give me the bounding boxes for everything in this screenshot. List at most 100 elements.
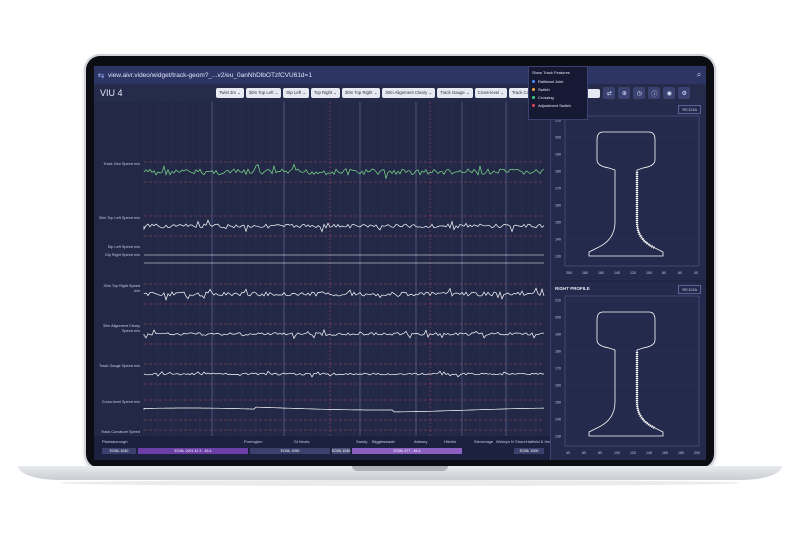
laptop-notch	[352, 466, 448, 471]
track-segment[interactable]: ECML 1040	[102, 448, 136, 454]
y-tick: 210	[555, 299, 561, 303]
y-tick: 200	[555, 316, 561, 320]
channel-chip[interactable]: Track Gauge ⌄	[437, 88, 473, 98]
x-tick: 160	[598, 271, 604, 275]
station-label[interactable]: Arlesey	[414, 439, 427, 444]
channel-trace	[143, 328, 545, 340]
channel-trace	[143, 219, 545, 233]
x-tick: 200	[694, 451, 700, 455]
profile-panel: LEFT PROFILE RE113A 21020019018017016015…	[550, 102, 706, 460]
rail-outline	[588, 131, 664, 257]
feature-color-dot	[532, 79, 535, 83]
channel-chip[interactable]: Twist 3m ⌄	[216, 88, 244, 98]
track-segment[interactable]: ECML 1090	[250, 448, 330, 454]
feature-color-dot	[532, 103, 535, 107]
y-tick: 170	[555, 187, 561, 191]
channel-trace	[143, 287, 545, 302]
channel-label: Track Gauge Speed m/s	[98, 364, 140, 368]
track-segment[interactable]: ECML 1000	[514, 448, 544, 454]
zoom-icon[interactable]: ⊕	[618, 87, 631, 99]
y-tick: 180	[555, 170, 561, 174]
station-label[interactable]: Stevenage	[474, 439, 493, 444]
url-text[interactable]: view.aivr.video/widget/track-geom?_...v2…	[108, 72, 692, 79]
track-segment[interactable]: ECML 1001 42.3 - 46.4	[138, 448, 248, 454]
right-profile-tag[interactable]: RE113A	[678, 285, 701, 294]
station-label[interactable]: Sandy	[356, 439, 367, 444]
x-tick: 60	[678, 271, 682, 275]
channel-label: Track Geo Speed m/s	[103, 162, 140, 166]
x-tick: 140	[614, 271, 620, 275]
channel-trace	[143, 370, 544, 378]
y-tick: 190	[555, 153, 561, 157]
feature-item[interactable]: Switch	[529, 85, 587, 93]
chart-canvas[interactable]	[94, 102, 550, 436]
feature-color-dot	[532, 95, 535, 99]
channel-chip[interactable]: 30m Alignment Cleary ⌄	[382, 88, 436, 98]
feature-label: Adjustment Switch	[538, 102, 571, 108]
channel-chip[interactable]: Dip Left ⌄	[283, 88, 309, 98]
channel-label: Dip Right Speed m/s	[105, 253, 140, 257]
left-profile-tag[interactable]: RE113A	[678, 105, 701, 114]
channel-trace	[143, 406, 544, 413]
channel-label: Dip Left Speed m/s	[107, 245, 140, 249]
feature-item[interactable]: Crossing	[529, 93, 587, 101]
x-tick: 100	[614, 451, 620, 455]
x-tick: 200	[566, 271, 572, 275]
channel-chip[interactable]: Top Right ⌄	[310, 88, 340, 98]
left-profile-panel: LEFT PROFILE RE113A 21020019018017016015…	[551, 102, 706, 280]
x-tick: 80	[598, 451, 602, 455]
screen: ⇆ view.aivr.video/widget/track-geom?_...…	[94, 66, 706, 460]
app-title: VIU 4	[100, 88, 123, 98]
left-rail-profile: 210200190180170160150140130200 180 160 140 1…	[555, 115, 700, 275]
station-label[interactable]: Hitchin	[444, 439, 456, 444]
feature-label: Crossing	[538, 94, 554, 100]
browser-url-bar[interactable]: ⇆ view.aivr.video/widget/track-geom?_...…	[94, 66, 706, 84]
info-icon[interactable]: ⓘ	[648, 87, 661, 99]
y-tick: 190	[555, 333, 561, 337]
track-segment[interactable]: ECML 1040	[332, 448, 350, 454]
station-label[interactable]: St Neots	[294, 439, 309, 444]
feature-item[interactable]: Railhead Joint	[529, 77, 587, 85]
rail-wear-highlight	[635, 352, 656, 430]
channel-chips: Twist 3m ⌄ 30m Top Left ⌄ Dip Left ⌄ Top Ri…	[216, 88, 551, 98]
y-tick: 170	[555, 367, 561, 371]
x-tick: 160	[662, 451, 668, 455]
station-label[interactable]: Welwyn N Shore	[496, 439, 526, 444]
right-profile-panel: RIGHT PROFILE RE113A 210 200 190 180 170 160 1…	[551, 282, 706, 460]
x-tick: 140	[646, 451, 652, 455]
x-tick: 80	[662, 271, 666, 275]
x-tick: 60	[582, 451, 586, 455]
channel-label: 30m Top Left Speed m/s	[98, 216, 140, 220]
x-tick: 120	[630, 451, 636, 455]
track-geometry-chart[interactable]: Track Geo Speed m/s 30m Top Left Speed m/…	[94, 102, 550, 460]
track-features-menu: Show Track Features Railhead Joint Switch…	[528, 66, 588, 120]
y-tick: 180	[555, 350, 561, 354]
feature-item[interactable]: Adjustment Switch	[529, 101, 587, 109]
y-tick: 140	[555, 418, 561, 422]
right-profile-title: RIGHT PROFILE	[555, 286, 590, 291]
channel-chip[interactable]: 30m Top Left ⌄	[245, 88, 282, 98]
track-segment[interactable]: ECML 477 - 46.4	[352, 448, 462, 454]
channel-chip[interactable]: 30m Top Right ⌄	[341, 88, 381, 98]
station-label[interactable]: Biggleswade	[372, 439, 395, 444]
menu-icon[interactable]: ⇆	[94, 71, 108, 80]
app-toolbar: VIU 4 Twist 3m ⌄ 30m Top Left ⌄ Dip Left ⌄…	[94, 84, 706, 103]
camera-icon[interactable]: ◉	[663, 87, 676, 99]
station-label[interactable]: Purrington	[244, 439, 262, 444]
right-rail-profile: 210 200 190 180 170 160 150 140 130 40 60 80 100 120 1…	[555, 295, 700, 455]
x-tick: 180	[582, 271, 588, 275]
x-tick: 100	[646, 271, 652, 275]
y-tick: 130	[555, 255, 561, 259]
station-label[interactable]: Plainsborough	[102, 439, 128, 444]
location-bar[interactable]: Plainsborough Purrington St Neots Sandy Bigg…	[94, 436, 558, 460]
settings-icon[interactable]: ⚙	[678, 87, 691, 99]
y-tick: 160	[555, 204, 561, 208]
channel-label: Cross-level Speed m/s	[101, 400, 140, 404]
history-icon[interactable]: ◷	[633, 87, 646, 99]
search-icon[interactable]: ⌕	[692, 70, 706, 80]
channel-chip[interactable]: Cross-level ⌄	[474, 88, 507, 98]
y-tick: 140	[555, 238, 561, 242]
swap-icon[interactable]: ⇄	[603, 87, 616, 99]
y-tick: 130	[555, 435, 561, 439]
feature-label: Switch	[538, 86, 550, 92]
